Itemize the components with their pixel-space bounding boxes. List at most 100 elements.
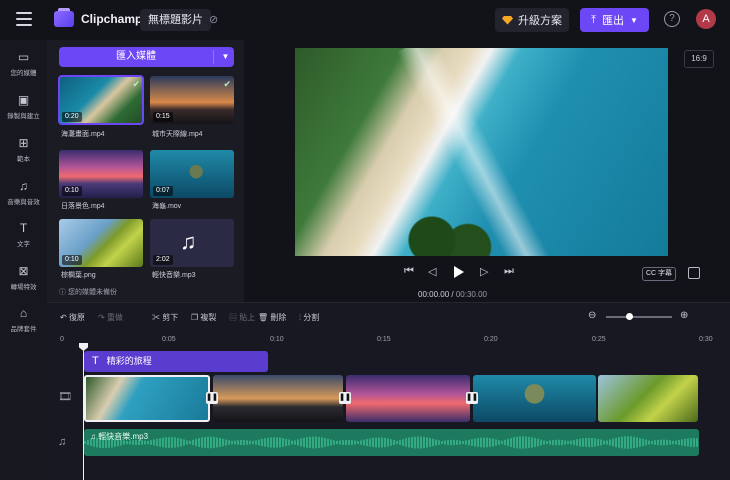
templates-icon: ⊞ — [18, 136, 29, 150]
media-filename: 棕櫚葉.png — [61, 272, 96, 279]
media-item-beach[interactable]: ✔ 0:20 — [58, 75, 144, 125]
ruler-label: 0:10 — [270, 336, 284, 343]
button-divider — [213, 50, 214, 64]
text-clip-label: 精彩的旅程 — [106, 356, 152, 366]
top-bar: Clipchamp 無標題影片 ⊘ 升級方案 ⤒ 匯出 ▼ ? A — [0, 0, 730, 40]
skip-back-icon[interactable]: ⏮ — [404, 265, 414, 278]
split-button[interactable]: ⫶ 分割 — [299, 312, 319, 323]
avatar[interactable]: A — [696, 9, 716, 29]
video-clip-palm[interactable] — [598, 375, 698, 422]
text-icon: T — [92, 355, 99, 367]
sidebar-item-music[interactable]: ♫ 音樂與音效 — [0, 179, 47, 206]
skip-forward-icon[interactable]: ⏭ — [504, 265, 514, 278]
help-icon[interactable]: ? — [664, 11, 680, 27]
import-media-button[interactable]: 匯入媒體 ▼ — [59, 47, 234, 67]
sidebar-item-label: 範本 — [17, 156, 30, 163]
sidebar-item-record[interactable]: ▣ 錄製與建立 — [0, 93, 47, 120]
backup-status-text: 您的媒體未備份 — [67, 289, 117, 296]
audio-clip-name: 輕快音樂.mp3 — [98, 432, 149, 441]
media-duration: 0:10 — [62, 186, 82, 196]
audio-track-icon: ♫ — [58, 436, 67, 448]
export-button[interactable]: ⤒ 匯出 ▼ — [580, 8, 649, 32]
media-item-turtle[interactable]: 0:07 — [150, 150, 234, 198]
sidebar-item-brand-kit[interactable]: ⌂ 品牌套件 — [0, 306, 47, 333]
media-item-sunset[interactable]: 0:10 — [59, 150, 143, 198]
cut-label: 剪下 — [162, 313, 179, 322]
clipchamp-logo — [54, 8, 74, 27]
transition-icon[interactable]: ❚❚ — [206, 392, 218, 404]
sidebar-item-label: 轉場特效 — [10, 284, 37, 291]
redo-label: 重做 — [106, 313, 123, 322]
sidebar-item-your-media[interactable]: ▭ 您的媒體 — [0, 50, 47, 77]
video-clip-beach[interactable] — [84, 375, 210, 422]
zoom-slider-handle[interactable] — [626, 313, 633, 320]
backup-status[interactable]: ⓘ 您的媒體未備份 — [59, 287, 117, 297]
media-duration: 0:15 — [153, 112, 173, 122]
menu-icon[interactable] — [16, 12, 32, 26]
media-item-city[interactable]: ✔ 0:15 — [150, 76, 234, 124]
transition-icon[interactable]: ❚❚ — [466, 392, 478, 404]
video-clip-sunset[interactable] — [346, 375, 470, 422]
info-icon: ⓘ — [59, 289, 68, 296]
audio-clip-label: ♫ 輕快音樂.mp3 — [90, 431, 148, 442]
ruler-label: 0:20 — [484, 336, 498, 343]
check-icon: ✔ — [223, 79, 231, 89]
music-icon: ♫ — [19, 179, 28, 193]
sidebar-item-label: 文字 — [17, 241, 30, 248]
undo-button[interactable]: ↶ 復原 — [60, 312, 85, 323]
cloud-off-icon[interactable]: ⊘ — [209, 13, 221, 26]
zoom-slider[interactable] — [606, 313, 672, 320]
audio-clip[interactable]: ♫ 輕快音樂.mp3 — [84, 429, 699, 456]
sidebar-item-templates[interactable]: ⊞ 範本 — [0, 136, 47, 163]
play-icon[interactable] — [454, 266, 464, 278]
aspect-ratio-button[interactable]: 16:9 — [684, 50, 714, 68]
delete-button[interactable]: 🗑 刪除 — [258, 312, 286, 323]
video-clip-turtle[interactable] — [473, 375, 596, 422]
check-icon: ✔ — [132, 79, 140, 89]
ruler-label: 0 — [60, 336, 64, 343]
ruler-label: 0:15 — [377, 336, 391, 343]
sidebar-item-transitions[interactable]: ⊠ 轉場特效 — [0, 264, 47, 291]
previous-frame-icon[interactable]: ◁ — [428, 265, 436, 278]
transition-icon[interactable]: ❚❚ — [339, 392, 351, 404]
scissors-icon: ✂ — [152, 313, 163, 322]
import-media-label: 匯入媒體 — [116, 51, 156, 62]
ruler-label: 0:25 — [592, 336, 606, 343]
cut-button[interactable]: ✂ 剪下 — [152, 312, 178, 323]
media-duration: 0:20 — [62, 112, 82, 122]
folder-icon: ▭ — [17, 50, 30, 64]
zoom-in-icon[interactable]: ⊕ — [680, 310, 688, 321]
video-clip-city[interactable] — [213, 375, 343, 422]
next-frame-icon[interactable]: ▷ — [480, 265, 488, 278]
media-item-palm[interactable]: 0:10 — [59, 219, 143, 267]
sidebar-item-label: 您的媒體 — [10, 70, 37, 77]
zoom-out-icon[interactable]: ⊖ — [588, 310, 596, 321]
brand-kit-icon: ⌂ — [19, 306, 28, 320]
playhead[interactable] — [83, 343, 84, 480]
undo-label: 復原 — [68, 313, 85, 322]
sidebar-item-text[interactable]: T 文字 — [0, 221, 47, 248]
video-preview[interactable] — [295, 48, 668, 256]
fullscreen-icon[interactable] — [688, 267, 700, 279]
total-time: 00:30.00 — [455, 290, 487, 299]
upgrade-button[interactable]: 升級方案 — [495, 8, 569, 32]
project-name-field[interactable]: 無標題影片 — [140, 9, 211, 31]
media-duration: 0:07 — [153, 186, 173, 196]
delete-label: 刪除 — [270, 313, 287, 322]
copy-label: 複製 — [200, 313, 217, 322]
captions-button[interactable]: CC 字幕 — [642, 267, 676, 281]
copy-button[interactable]: ❐ 複製 — [191, 312, 216, 323]
redo-button[interactable]: ↷ 重做 — [98, 312, 123, 323]
paste-button[interactable]: ▤ 貼上 — [229, 312, 255, 323]
split-label: 分割 — [303, 313, 320, 322]
chevron-down-icon[interactable]: ▼ — [217, 47, 234, 67]
media-filename: 輕快音樂.mp3 — [152, 272, 196, 279]
copy-icon: ❐ — [191, 313, 201, 322]
media-item-music[interactable]: ♫ 2:02 — [150, 219, 234, 267]
text-clip[interactable]: T 精彩的旅程 — [84, 351, 268, 372]
media-duration: 2:02 — [153, 255, 173, 265]
sidebar-item-label: 品牌套件 — [10, 326, 37, 333]
video-track-icon: 🎞 — [58, 391, 72, 403]
current-time: 00:00.00 — [418, 290, 450, 299]
media-duration: 0:10 — [62, 255, 82, 265]
